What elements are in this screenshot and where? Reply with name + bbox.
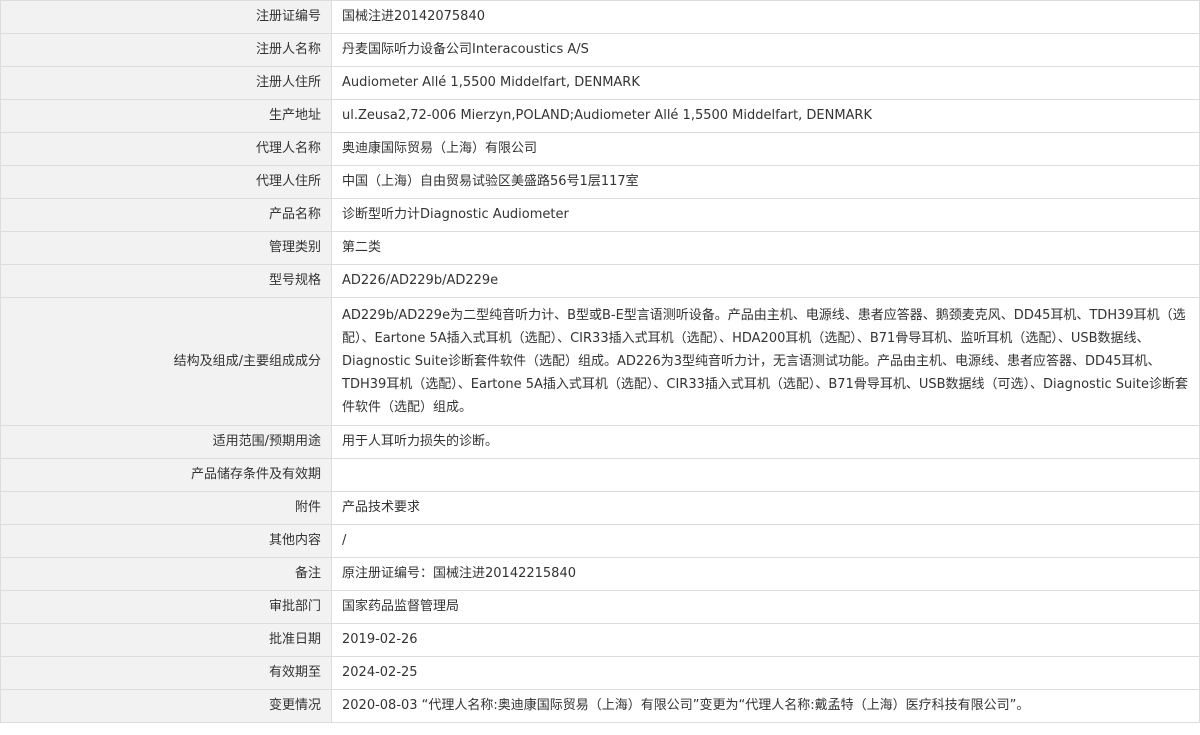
row-registrant-name: 注册人名称 丹麦国际听力设备公司Interacoustics A/S — [0, 33, 1200, 67]
field-label: 注册证编号 — [0, 0, 332, 34]
field-value: 原注册证编号：国械注进20142215840 — [331, 557, 1200, 591]
field-label: 备注 — [0, 557, 332, 591]
row-registration-number: 注册证编号 国械注进20142075840 — [0, 0, 1200, 34]
field-value: 奥迪康国际贸易（上海）有限公司 — [331, 132, 1200, 166]
field-value: 中国（上海）自由贸易试验区美盛路56号1层117室 — [331, 165, 1200, 199]
field-label: 附件 — [0, 491, 332, 525]
field-value: 丹麦国际听力设备公司Interacoustics A/S — [331, 33, 1200, 67]
field-value: 第二类 — [331, 231, 1200, 265]
field-label: 型号规格 — [0, 264, 332, 298]
field-value: 国家药品监督管理局 — [331, 590, 1200, 624]
field-label: 适用范围/预期用途 — [0, 425, 332, 459]
row-management-category: 管理类别 第二类 — [0, 231, 1200, 265]
field-value: / — [331, 524, 1200, 558]
field-value: 2024-02-25 — [331, 656, 1200, 690]
row-other-content: 其他内容 / — [0, 524, 1200, 558]
row-change-history: 变更情况 2020-08-03 “代理人名称:奥迪康国际贸易（上海）有限公司”变… — [0, 689, 1200, 723]
row-production-address: 生产地址 ul.Zeusa2,72-006 Mierzyn,POLAND;Aud… — [0, 99, 1200, 133]
field-label: 批准日期 — [0, 623, 332, 657]
field-label: 注册人住所 — [0, 66, 332, 100]
field-value: 2020-08-03 “代理人名称:奥迪康国际贸易（上海）有限公司”变更为“代理… — [331, 689, 1200, 723]
field-value: AD229b/AD229e为二型纯音听力计、B型或B-E型言语测听设备。产品由主… — [331, 297, 1200, 426]
row-registrant-address: 注册人住所 Audiometer Allé 1,5500 Middelfart,… — [0, 66, 1200, 100]
field-value: 国械注进20142075840 — [331, 0, 1200, 34]
field-label: 管理类别 — [0, 231, 332, 265]
field-label: 代理人名称 — [0, 132, 332, 166]
row-approval-department: 审批部门 国家药品监督管理局 — [0, 590, 1200, 624]
field-value: 诊断型听力计Diagnostic Audiometer — [331, 198, 1200, 232]
field-label: 代理人住所 — [0, 165, 332, 199]
field-label: 审批部门 — [0, 590, 332, 624]
registration-record-table: 注册证编号 国械注进20142075840 注册人名称 丹麦国际听力设备公司In… — [0, 0, 1200, 723]
field-label: 产品名称 — [0, 198, 332, 232]
field-value: 2019-02-26 — [331, 623, 1200, 657]
field-value: Audiometer Allé 1,5500 Middelfart, DENMA… — [331, 66, 1200, 100]
row-valid-until: 有效期至 2024-02-25 — [0, 656, 1200, 690]
row-structure-composition: 结构及组成/主要组成成分 AD229b/AD229e为二型纯音听力计、B型或B-… — [0, 297, 1200, 426]
field-value: 用于人耳听力损失的诊断。 — [331, 425, 1200, 459]
row-agent-address: 代理人住所 中国（上海）自由贸易试验区美盛路56号1层117室 — [0, 165, 1200, 199]
row-intended-use: 适用范围/预期用途 用于人耳听力损失的诊断。 — [0, 425, 1200, 459]
row-storage-validity: 产品储存条件及有效期 — [0, 458, 1200, 492]
field-label: 变更情况 — [0, 689, 332, 723]
field-label: 有效期至 — [0, 656, 332, 690]
row-agent-name: 代理人名称 奥迪康国际贸易（上海）有限公司 — [0, 132, 1200, 166]
row-product-name: 产品名称 诊断型听力计Diagnostic Audiometer — [0, 198, 1200, 232]
field-label: 产品储存条件及有效期 — [0, 458, 332, 492]
field-label: 其他内容 — [0, 524, 332, 558]
field-value: AD226/AD229b/AD229e — [331, 264, 1200, 298]
field-label: 结构及组成/主要组成成分 — [0, 297, 332, 426]
row-attachment: 附件 产品技术要求 — [0, 491, 1200, 525]
row-remarks: 备注 原注册证编号：国械注进20142215840 — [0, 557, 1200, 591]
row-model-spec: 型号规格 AD226/AD229b/AD229e — [0, 264, 1200, 298]
field-label: 注册人名称 — [0, 33, 332, 67]
row-approval-date: 批准日期 2019-02-26 — [0, 623, 1200, 657]
field-value: ul.Zeusa2,72-006 Mierzyn,POLAND;Audiomet… — [331, 99, 1200, 133]
field-value — [331, 458, 1200, 492]
field-value: 产品技术要求 — [331, 491, 1200, 525]
field-label: 生产地址 — [0, 99, 332, 133]
